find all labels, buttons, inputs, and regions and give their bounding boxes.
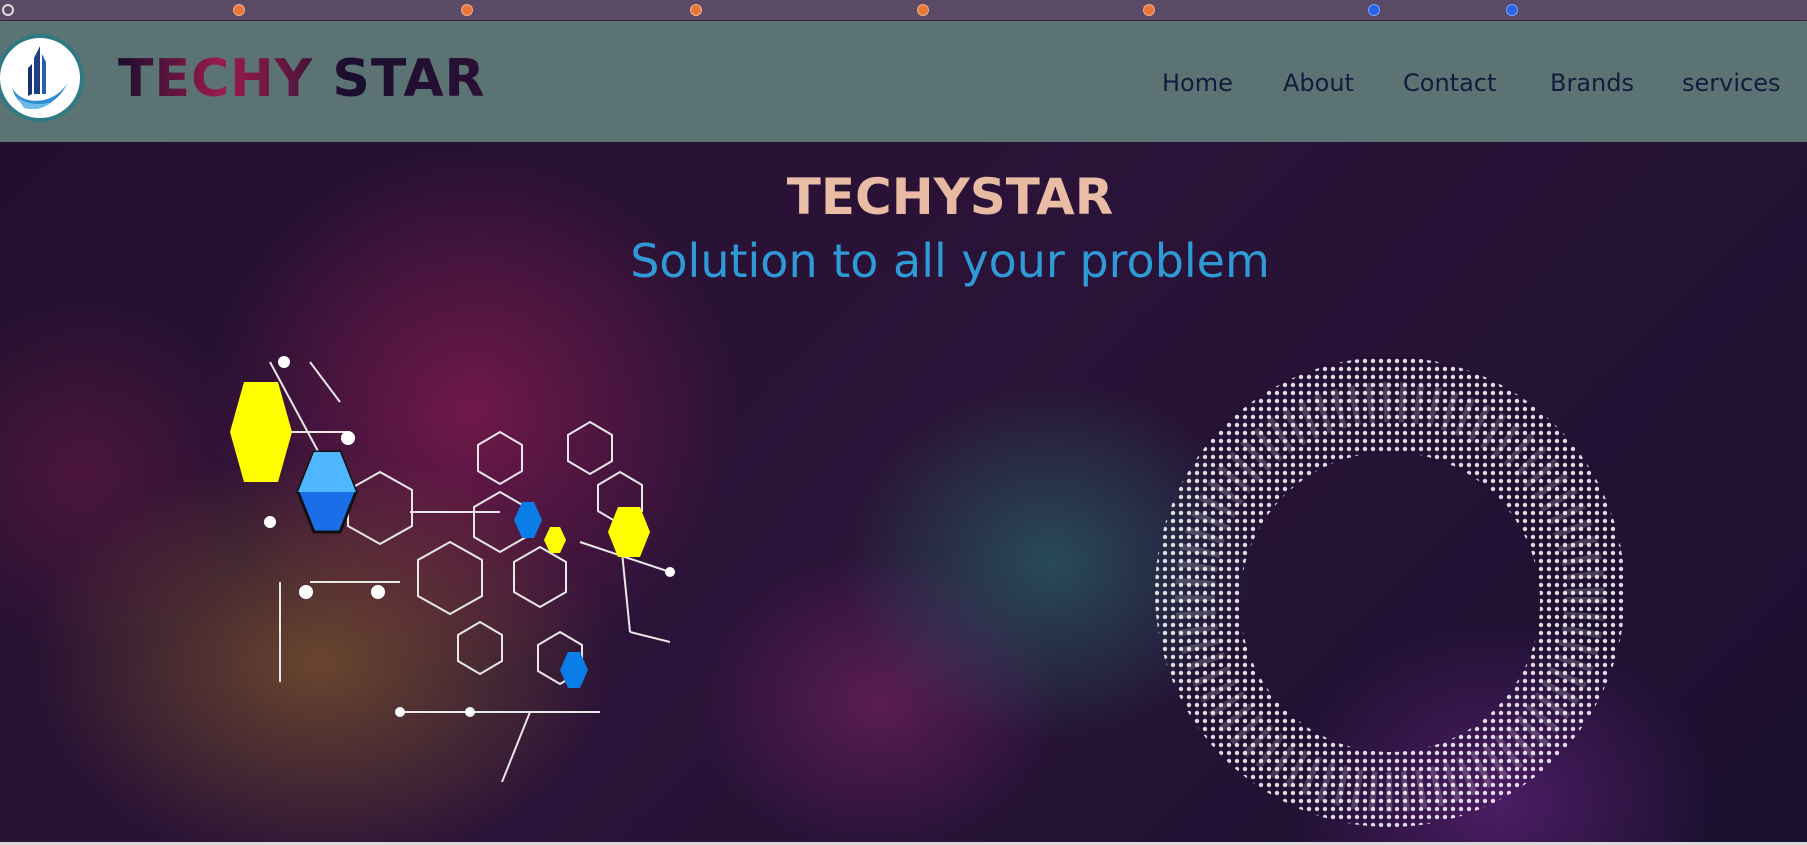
nav-link-contact[interactable]: Contact: [1403, 69, 1496, 97]
hero-title: TECHYSTAR: [0, 168, 1807, 226]
site-navbar: TECHY STAR Home About Contact Brands ser…: [0, 21, 1807, 142]
tab-favicon-icon[interactable]: [461, 4, 473, 16]
tab-favicon-icon[interactable]: [1368, 4, 1380, 16]
nav-link-home[interactable]: Home: [1162, 69, 1233, 97]
hero-subtitle: Solution to all your problem: [630, 234, 1270, 288]
nav-link-about[interactable]: About: [1283, 69, 1354, 97]
hexagon-network-graphic: [230, 356, 675, 782]
tab-favicon-icon[interactable]: [690, 4, 702, 16]
tab-favicon-icon[interactable]: [2, 4, 14, 16]
tab-favicon-icon[interactable]: [917, 4, 929, 16]
tab-favicon-icon[interactable]: [1143, 4, 1155, 16]
hero-banner: TECHYSTAR Solution to all your problem: [0, 142, 1807, 842]
tab-favicon-icon[interactable]: [233, 4, 245, 16]
nav-link-services[interactable]: services: [1682, 69, 1780, 97]
main-nav: Home About Contact Brands services: [0, 69, 1807, 99]
browser-tab-strip: [0, 0, 1807, 21]
nav-link-brands[interactable]: Brands: [1550, 69, 1634, 97]
tab-favicon-icon[interactable]: [1506, 4, 1518, 16]
dotted-ring-graphic: [1090, 302, 1670, 842]
